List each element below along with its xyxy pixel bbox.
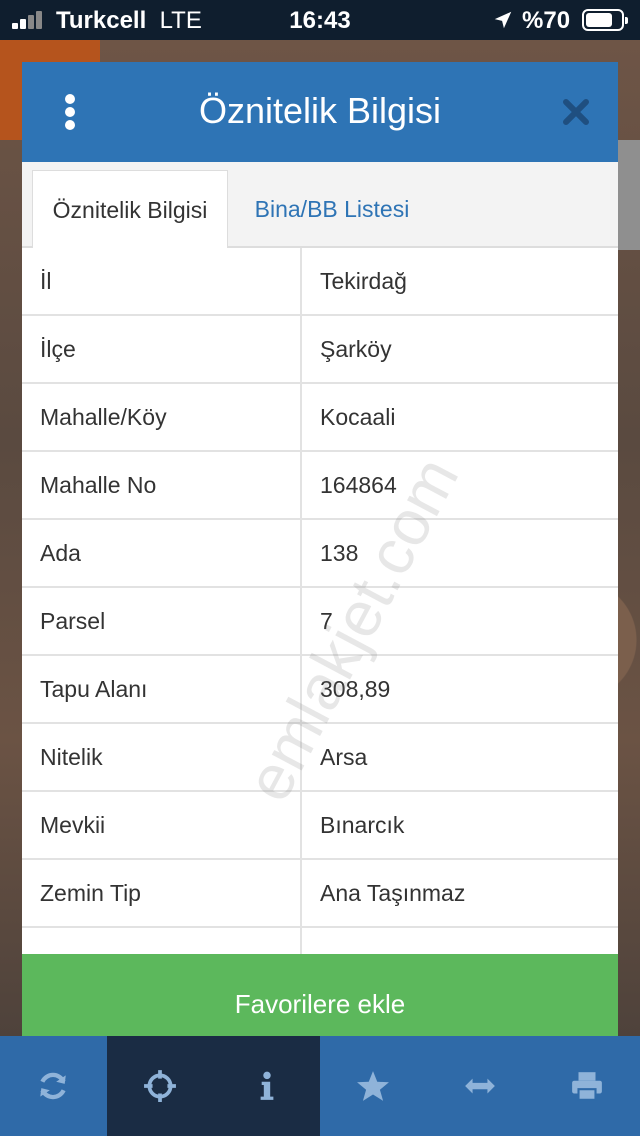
tab-attribute-info[interactable]: Öznitelik Bilgisi <box>32 170 228 250</box>
row-label: İl <box>22 248 302 314</box>
row-value: Kocaali <box>320 403 396 430</box>
row-value: Arsa <box>320 743 368 770</box>
row-value: 308,89 <box>320 675 391 702</box>
refresh-icon <box>40 1072 67 1100</box>
row-value: 138 <box>320 539 359 566</box>
toolbar-info[interactable] <box>213 1036 321 1136</box>
table-row: Mahalle No 164864 <box>22 452 618 520</box>
print-icon <box>571 1072 602 1101</box>
bottom-toolbar <box>0 1036 640 1136</box>
row-value: Tekirdağ <box>320 267 407 294</box>
toolbar-refresh[interactable] <box>0 1036 107 1136</box>
row-value: Ana Taşınmaz <box>320 879 466 906</box>
table-row: İl Tekirdağ <box>22 248 618 316</box>
row-value: Şarköy <box>320 335 392 362</box>
row-label: Nitelik <box>22 724 302 790</box>
table-row: Mevkii Bınarcık <box>22 792 618 860</box>
status-bar: Turkcell LTE 16:43 %70 <box>0 0 640 40</box>
table-row: Mahalle/Köy Kocaali <box>22 384 618 452</box>
table-row: Parsel 7 <box>22 588 618 656</box>
attribute-info-modal: Öznitelik Bilgisi Öznitelik Bilgisi Bina… <box>22 62 618 1054</box>
table-row: Ada 138 <box>22 520 618 588</box>
toolbar-print[interactable] <box>533 1036 640 1136</box>
table-row: İlçe Şarköy <box>22 316 618 384</box>
crosshair-icon <box>144 1070 176 1102</box>
star-icon <box>357 1071 390 1101</box>
info-icon <box>260 1071 274 1100</box>
row-label: Mahalle/Köy <box>22 384 302 450</box>
row-label: İlçe <box>22 316 302 382</box>
table-row: Zemin Tip Ana Taşınmaz <box>22 860 618 928</box>
row-label: Ada <box>22 520 302 586</box>
table-row: Tapu Alanı 308,89 <box>22 656 618 724</box>
row-label: Zemin Tip <box>22 860 302 926</box>
row-value: 164864 <box>320 471 397 498</box>
close-icon[interactable] <box>562 98 590 126</box>
location-arrow-icon <box>494 11 512 29</box>
attribute-table[interactable]: İl Tekirdağ İlçe Şarköy Mahalle/Köy Koca… <box>22 248 618 954</box>
tab-building-list[interactable]: Bina/BB Listesi <box>234 170 430 248</box>
row-label: Mahalle No <box>22 452 302 518</box>
toolbar-favorites[interactable] <box>320 1036 427 1136</box>
toolbar-measure[interactable] <box>427 1036 534 1136</box>
battery-icon <box>582 9 628 31</box>
row-label: Parsel <box>22 588 302 654</box>
modal-header: Öznitelik Bilgisi <box>22 62 618 162</box>
row-label: Tapu Alanı <box>22 656 302 722</box>
row-label: Mevkii <box>22 792 302 858</box>
measure-icon <box>465 1078 495 1094</box>
row-value: Bınarcık <box>320 811 405 838</box>
modal-title: Öznitelik Bilgisi <box>198 90 442 131</box>
row-value: 7 <box>320 607 333 634</box>
map-feature <box>618 140 640 250</box>
tab-bar: Öznitelik Bilgisi Bina/BB Listesi <box>22 162 618 250</box>
table-row-partial <box>22 928 618 954</box>
table-row: Nitelik Arsa <box>22 724 618 792</box>
battery-percent: %70 <box>522 7 571 34</box>
toolbar-locate[interactable] <box>106 1036 214 1136</box>
